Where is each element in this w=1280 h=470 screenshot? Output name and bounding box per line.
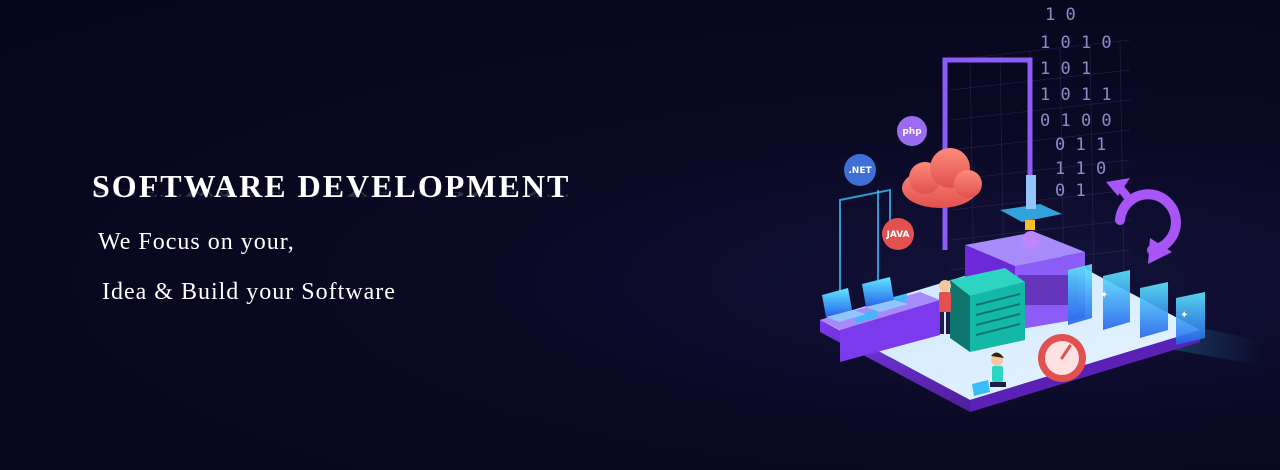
badge-php: php (897, 116, 927, 146)
hero-tagline-line-2: Idea & Build your Software (102, 279, 396, 305)
svg-text:.NET: .NET (848, 166, 872, 176)
cloud-icon (902, 148, 982, 208)
badge-java: JAVA (882, 218, 914, 250)
binary-row: 1 1 0 (1055, 159, 1106, 179)
server-panel (950, 268, 1025, 352)
hero-headline: SOFTWARE DEVELOPMENT (92, 168, 571, 204)
binary-row: 0 1 (1055, 181, 1086, 201)
binary-row: 1 0 (1045, 5, 1076, 25)
hero-banner: SOFTWARE DEVELOPMENT SOFTWARE DEVELOPMEN… (0, 0, 1280, 470)
binary-row: 1 0 1 1 (1040, 85, 1112, 105)
binary-row: 1 0 1 (1040, 59, 1091, 79)
gauge-icon (1038, 334, 1086, 382)
hero-text: SOFTWARE DEVELOPMENT SOFTWARE DEVELOPMEN… (92, 166, 571, 305)
binary-row: 1 0 1 0 (1040, 33, 1112, 53)
hero-tagline-line-1: We Focus on your, (98, 229, 295, 255)
binary-code: 1 0 1 0 1 0 1 0 1 1 0 1 1 0 1 0 0 0 1 1 … (1040, 5, 1112, 201)
svg-text:✦: ✦ (1100, 290, 1108, 301)
refresh-arrow-icon (1106, 178, 1181, 264)
svg-text:✦: ✦ (1180, 310, 1188, 321)
binary-row: 0 1 1 (1055, 135, 1106, 155)
svg-text:php: php (902, 127, 922, 137)
binary-row: 0 1 0 0 (1040, 111, 1112, 131)
badge-dotnet: .NET (844, 154, 876, 186)
software-development-illustration: 1 0 1 0 1 0 1 0 1 1 0 1 1 0 1 0 0 0 1 1 … (820, 5, 1260, 412)
svg-text:JAVA: JAVA (885, 230, 909, 240)
